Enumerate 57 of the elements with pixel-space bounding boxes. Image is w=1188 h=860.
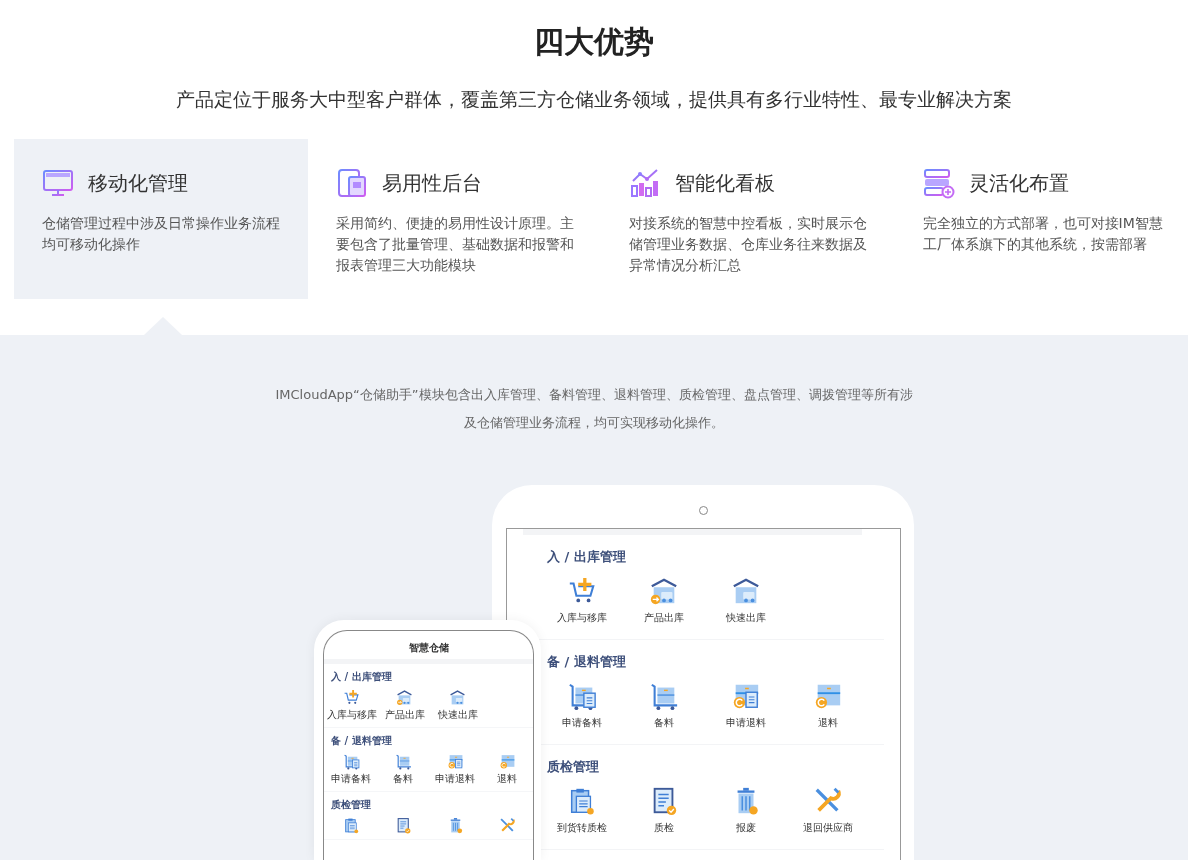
section-title: 入 / 出库管理 [331,670,393,684]
feature-card[interactable]: 易用性后台 采用简约、便捷的易用性设计原理。主要包含了批量管理、基础数据和报警和报表管理三大功能模块 [307,139,601,299]
menu-item[interactable]: 申请备料 [325,753,377,786]
box-icon [446,753,464,770]
section-title: 备 / 退料管理 [547,653,627,671]
menu-item[interactable]: 快速出库 [431,689,484,722]
feature-title: 易用性后台 [381,169,482,197]
menu-item[interactable]: 备料 [623,681,705,730]
cart-icon [343,689,360,706]
chart-icon [629,167,661,199]
menu-item[interactable]: 质检 [623,786,705,835]
feature-description: 采用简约、便捷的易用性设计原理。主要包含了批量管理、基础数据和报警和报表管理三大功能模块 [335,214,575,275]
monitor-icon [42,167,74,199]
server-icon [922,167,955,199]
menu-item[interactable]: 退料 [481,753,533,786]
menu-item[interactable]: 退料 [787,681,869,730]
wrench-icon [498,817,516,834]
menu-item[interactable]: 申请备料 [541,681,623,730]
warehouse-icon [731,576,761,606]
menu-item[interactable]: 到货转质检 [541,786,623,835]
section-title: 入 / 出库管理 [547,548,627,566]
menu-item[interactable]: 备料 [377,753,429,786]
clipboard-icon [342,817,360,834]
section-title: 备 / 退料管理 [331,734,393,748]
feature-title: 移动化管理 [88,169,188,197]
trolley-icon [649,681,679,711]
feature-card[interactable]: 智能化看板 对接系统的智慧中控看板，实时展示仓储管理业务数据、仓库业务往来数据及异常情况分析汇总 [601,139,895,299]
section-title: 质检管理 [547,758,600,776]
menu-item[interactable]: 退回供应商 [787,786,869,835]
feature-card[interactable]: 灵活化布置 完全独立的方式部署，也可对接IM智慧工厂体系旗下的其他系统，按需部署 [894,139,1188,299]
menu-item[interactable]: 产品出库 [378,689,431,722]
menu-item[interactable]: 入库与移库 [325,689,378,722]
section-subheading: 产品定位于服务大中型客户群体，覆盖第三方仓储业务领域，提供具有多行业特性、最专业解决方案 [176,87,1012,112]
box-icon [498,753,516,770]
intro-text: IMCloudApp“仓储助手”模块包含出入库管理、备料管理、退料管理、质检管理、盘点管理、调拨管理等所有涉 [275,386,913,404]
section-title: 质检管理 [331,798,372,812]
feature-description: 对接系统的智慧中控看板，实时展示仓储管理业务数据、仓库业务往来数据及异常情况分析汇总 [629,214,868,275]
warehouse-icon [396,689,413,706]
menu-item[interactable]: 报废 [705,786,787,835]
trolley-icon [394,753,412,770]
menu-item[interactable]: 申请退料 [429,753,481,786]
trolley-icon [342,753,360,770]
feature-title: 智能化看板 [675,169,775,197]
feature-title: 灵活化布置 [968,169,1069,197]
menu-item[interactable]: 申请退料 [705,681,787,730]
warehouse-icon [649,576,679,606]
section-heading: 四大优势 [534,23,654,61]
menu-item[interactable]: 入库与移库 [541,576,623,625]
warehouse-icon [449,689,466,706]
menu-item[interactable]: 产品出库 [623,576,705,625]
menu-item[interactable]: 快速出库 [705,576,787,625]
feature-description: 完全独立的方式部署，也可对接IM智慧工厂体系旗下的其他系统，按需部署 [922,214,1164,254]
intro-text: 及仓储管理业务流程，均可实现移动化操作。 [464,414,724,432]
app-title: 智慧仓储 [407,641,450,655]
tablet-icon [335,167,368,199]
feature-description: 仓储管理过程中涉及日常操作业务流程均可移动化操作 [42,214,281,254]
trolley-icon [567,681,597,711]
